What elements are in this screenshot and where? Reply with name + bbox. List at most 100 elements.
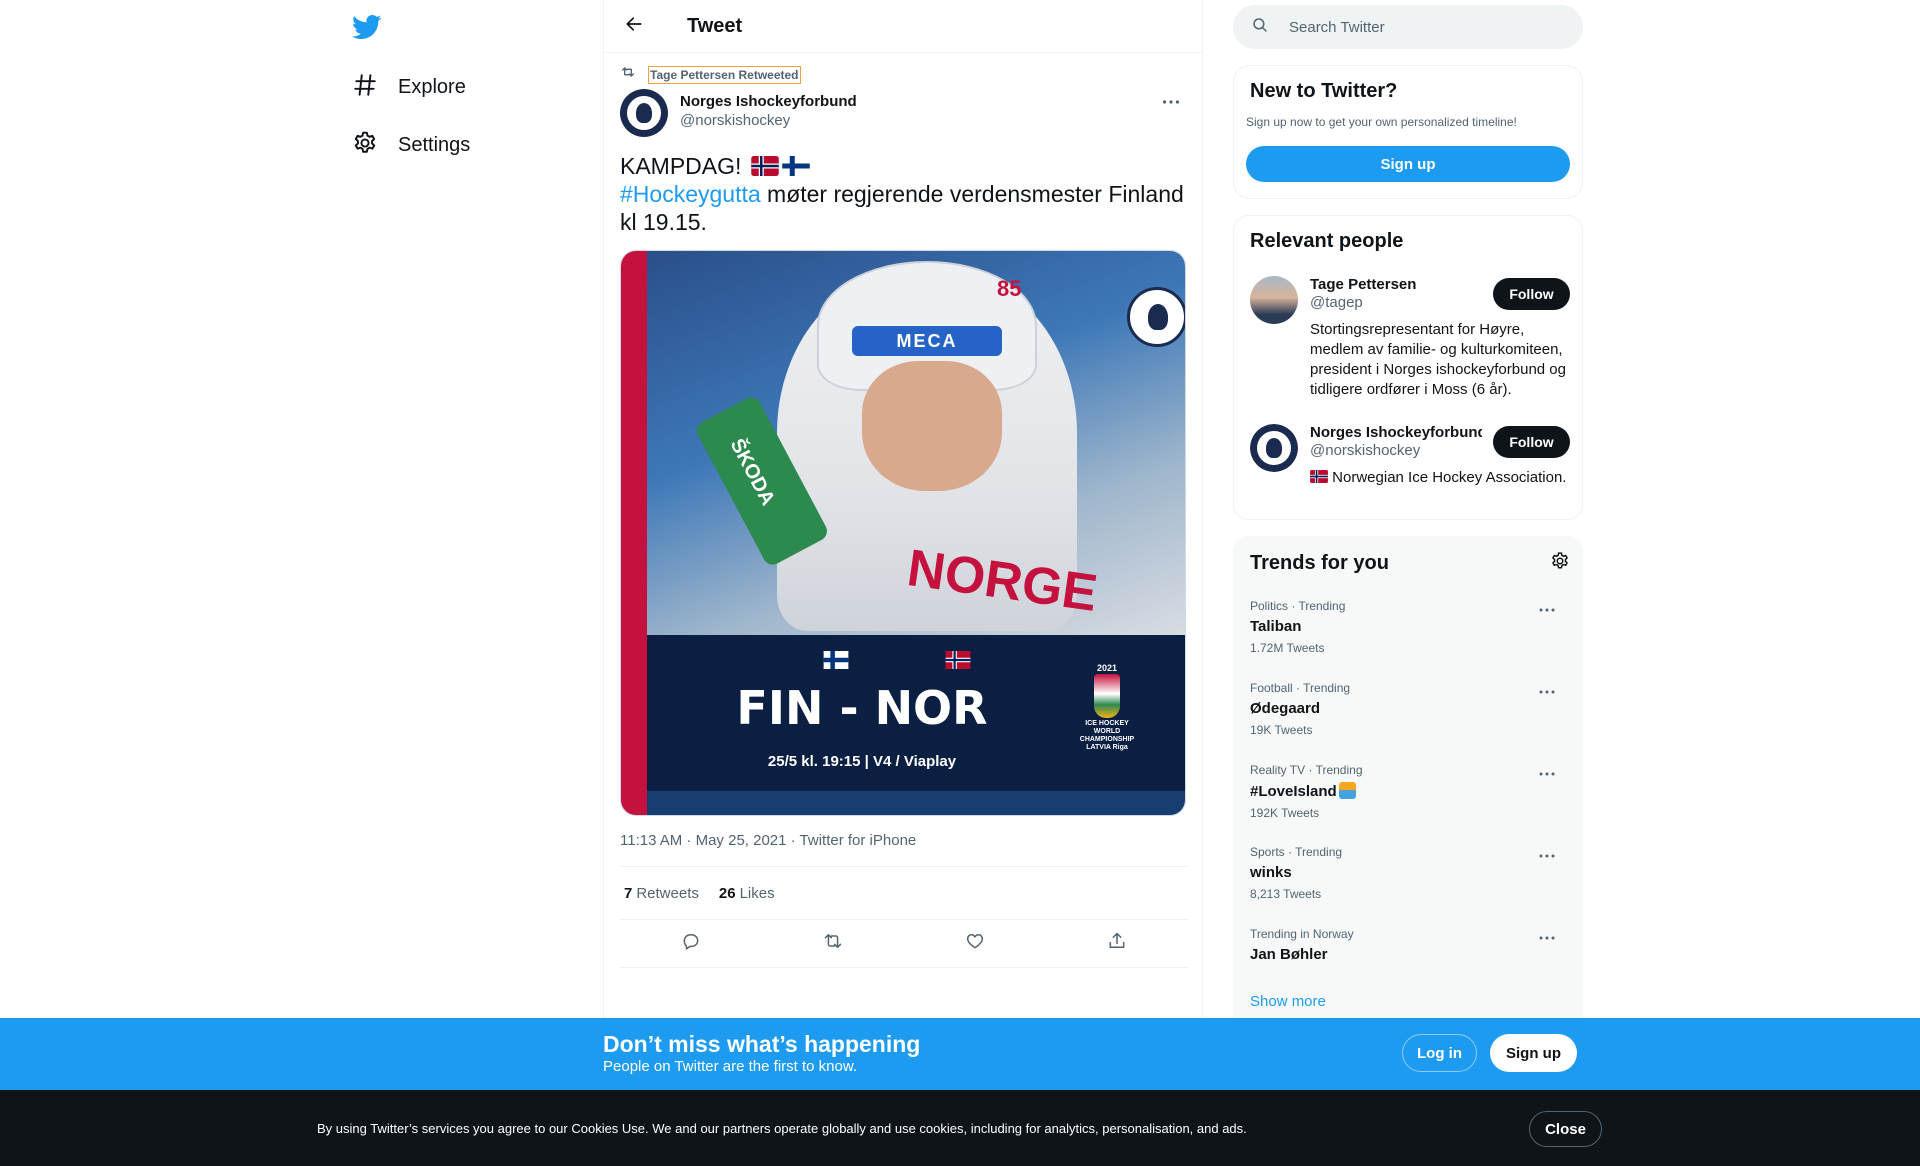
more-options-button[interactable]	[1156, 92, 1186, 112]
show-more-link[interactable]: Show more	[1250, 993, 1326, 1010]
person-name[interactable]: Norges Ishockeyforbund	[1310, 424, 1482, 441]
avatar[interactable]	[1250, 424, 1298, 472]
retweet-button[interactable]	[815, 926, 851, 962]
banner-signup-button[interactable]: Sign up	[1490, 1034, 1577, 1072]
search-input[interactable]	[1289, 18, 1559, 36]
trend-meta: Reality TV · Trending	[1250, 763, 1363, 777]
trend-item[interactable]: Football · Trending Ødegaard 19K Tweets	[1250, 681, 1570, 737]
ellipsis-icon[interactable]	[1538, 601, 1562, 615]
likes-count: 26	[718, 884, 736, 902]
reply-icon	[681, 931, 701, 956]
login-button[interactable]: Log in	[1402, 1034, 1477, 1072]
page-title: Tweet	[687, 14, 743, 37]
share-icon	[1107, 931, 1127, 956]
trend-count: 19K Tweets	[1250, 723, 1313, 737]
trend-item[interactable]: Sports · Trending winks 8,213 Tweets	[1250, 845, 1570, 901]
norway-flag-icon	[945, 651, 971, 669]
cookie-close-button[interactable]: Close	[1529, 1111, 1602, 1147]
retweets-count: 7	[624, 884, 633, 902]
iihf-shield-icon	[1094, 674, 1120, 718]
nav-item-explore[interactable]: Explore	[352, 67, 466, 107]
ellipsis-icon[interactable]	[1538, 847, 1562, 861]
media-bottom-strip	[647, 791, 1185, 815]
trends-card: Trends for you Politics · Trending Talib…	[1233, 536, 1583, 1018]
main-column: Tweet Tage Pettersen Retweeted Norges Is…	[603, 0, 1203, 1018]
nav-label-settings: Settings	[398, 133, 471, 156]
trend-name: Ødegaard	[1250, 700, 1321, 717]
author-name[interactable]: Norges Ishockeyforbund	[680, 93, 857, 110]
gear-icon	[352, 130, 378, 161]
sleeve-sponsor: ŠKODA	[725, 435, 779, 510]
trend-item[interactable]: Politics · Trending Taliban 1.72M Tweets	[1250, 599, 1570, 655]
iihf-year: 2021	[1096, 663, 1118, 673]
relevant-people-title: Relevant people	[1250, 230, 1404, 252]
player-face	[862, 361, 1002, 491]
tweet-author[interactable]: Norges Ishockeyforbund @norskishockey	[620, 89, 857, 137]
like-button[interactable]	[957, 926, 993, 962]
author-handle[interactable]: @norskishockey	[680, 112, 857, 129]
new-to-twitter-title: New to Twitter?	[1250, 80, 1398, 102]
hashtag-icon	[352, 72, 378, 103]
retweet-icon	[823, 931, 843, 956]
trend-name: Taliban	[1250, 618, 1302, 635]
banner-title: Don’t miss what’s happening	[603, 1031, 921, 1057]
person-handle[interactable]: @tagep	[1310, 294, 1482, 311]
retweet-context: Tage Pettersen Retweeted	[620, 64, 801, 85]
person-handle[interactable]: @norskishockey	[1310, 442, 1482, 459]
trend-meta: Sports · Trending	[1250, 845, 1343, 859]
reply-button[interactable]	[673, 926, 709, 962]
sidebar-signup-button[interactable]: Sign up	[1246, 146, 1570, 182]
trend-meta: Trending in Norway	[1250, 927, 1354, 941]
twitter-logo-icon[interactable]	[351, 12, 382, 42]
trend-count: 192K Tweets	[1250, 806, 1320, 820]
retweets-stat[interactable]: 7 Retweets	[624, 885, 699, 902]
back-button[interactable]	[616, 8, 652, 44]
trend-meta: Politics · Trending	[1250, 599, 1346, 613]
finland-flag-icon	[782, 154, 810, 176]
norway-flag-icon	[1310, 469, 1328, 483]
person-tage-pettersen[interactable]: Tage Pettersen @tagep Follow Stortingsre…	[1250, 276, 1570, 406]
person-bio-block: Norwegian Ice Hockey Association.	[1310, 468, 1570, 488]
trend-name: Jan Bøhler	[1250, 946, 1328, 963]
trend-count: 8,213 Tweets	[1250, 887, 1322, 901]
trend-name: winks	[1250, 864, 1292, 881]
tweet-media-image[interactable]: ŠKODA NORGE MECA 85 FIN - NOR 25/5 kl. 1…	[620, 250, 1186, 816]
cookie-text: By using Twitter’s services you agree to…	[317, 1121, 1247, 1136]
likes-stat[interactable]: 26 Likes	[719, 885, 775, 902]
person-bio: Norwegian Ice Hockey Association.	[1332, 469, 1567, 486]
match-title: FIN - NOR	[736, 681, 988, 735]
ellipsis-icon[interactable]	[1538, 683, 1562, 697]
media-player-photo: ŠKODA NORGE MECA 85	[647, 251, 1185, 635]
new-to-twitter-card: New to Twitter? Sign up now to get your …	[1233, 65, 1583, 199]
share-button[interactable]	[1099, 926, 1135, 962]
avatar[interactable]	[1250, 276, 1298, 324]
retweeted-by-link[interactable]: Tage Pettersen Retweeted	[648, 65, 801, 84]
heart-icon	[965, 931, 985, 956]
nav-label-explore: Explore	[398, 75, 466, 98]
trend-item[interactable]: Reality TV · Trending #LoveIsland 192K T…	[1250, 763, 1570, 820]
trend-item[interactable]: Trending in Norway Jan Bøhler	[1250, 927, 1570, 963]
person-name[interactable]: Tage Pettersen	[1310, 276, 1482, 293]
signup-banner: Don’t miss what’s happening People on Tw…	[0, 1018, 1920, 1090]
gear-icon[interactable]	[1550, 551, 1570, 576]
trend-meta: Football · Trending	[1250, 681, 1351, 695]
nav-item-settings[interactable]: Settings	[352, 125, 470, 165]
avatar[interactable]	[620, 89, 668, 137]
tweet-text-line1: KAMPDAG!	[620, 153, 742, 179]
finland-flag-icon	[823, 651, 849, 669]
follow-button[interactable]: Follow	[1493, 278, 1570, 310]
ellipsis-icon[interactable]	[1538, 929, 1562, 943]
search-bar[interactable]	[1233, 5, 1583, 49]
follow-button[interactable]: Follow	[1493, 426, 1570, 458]
tweet-stats: 7 Retweets 26 Likes	[620, 866, 1188, 920]
banner-subtitle: People on Twitter are the first to know.	[603, 1058, 858, 1075]
match-panel: FIN - NOR 25/5 kl. 19:15 | V4 / Viaplay …	[647, 635, 1185, 791]
search-icon	[1233, 16, 1269, 39]
helmet-sponsor: MECA	[852, 326, 1002, 356]
trends-title: Trends for you	[1250, 552, 1389, 574]
person-norges-ishockeyforbund[interactable]: Norges Ishockeyforbund @norskishockey Fo…	[1250, 424, 1570, 514]
tweet-timestamp[interactable]: 11:13 AM · May 25, 2021 · Twitter for iP…	[620, 832, 916, 849]
ellipsis-icon[interactable]	[1538, 765, 1562, 779]
tweet-text: KAMPDAG! #Hockeygutta møter regjerende v…	[620, 152, 1190, 236]
hashtag-link[interactable]: #Hockeygutta	[620, 181, 761, 207]
